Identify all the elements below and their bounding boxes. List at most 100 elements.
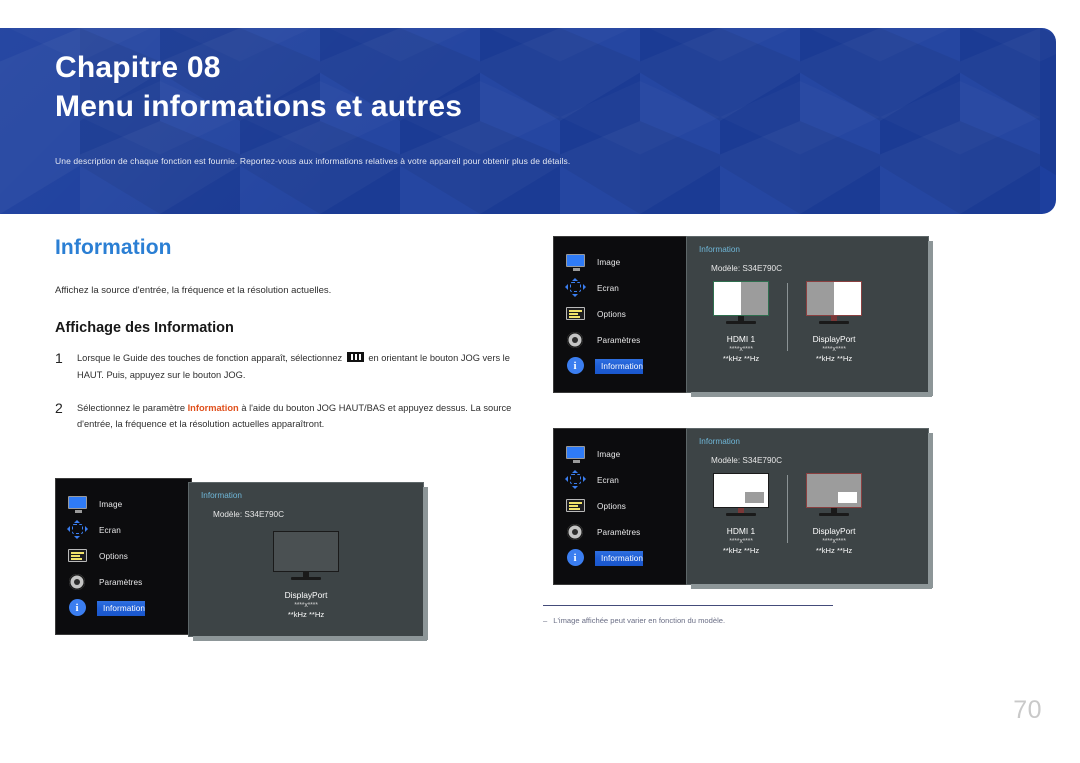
display-resolution: ****x**** [729, 345, 753, 353]
osd-menu-label: Options [597, 501, 626, 511]
monitor-graphic [806, 473, 862, 508]
display-source: DisplayPort [812, 334, 856, 344]
display-source: HDMI 1 [726, 334, 756, 344]
section-title: Information [55, 236, 172, 259]
display-source: DisplayPort [812, 526, 856, 536]
osd-display-group-pip: HDMI 1 ****x**** **kHz **Hz DisplayPort … [713, 473, 862, 557]
osd-menu-label: Image [99, 499, 123, 509]
osd-display-group-pbp: HDMI 1 ****x**** **kHz **Hz DisplayPort … [713, 281, 862, 365]
monitor-stand [806, 316, 862, 325]
osd-panel-title: Information [699, 245, 740, 254]
footnote-block: ‒ L'image affichée peut varier en foncti… [543, 605, 833, 626]
options-lines-icon [67, 547, 89, 565]
footnote-text: L'image affichée peut varier en fonction… [553, 616, 726, 625]
display-resolution: ****x**** [294, 601, 318, 609]
osd-menu-item-image[interactable]: Image [56, 491, 191, 517]
display-block: DisplayPort ****x**** **kHz **Hz [806, 473, 862, 557]
page-content: Information Affichez la source d'entrée,… [0, 214, 1080, 763]
section-subheading: Affichage des Information [55, 320, 234, 337]
options-lines-icon [565, 305, 587, 323]
osd-panel-title: Information [201, 491, 242, 500]
step-number: 2 [55, 399, 63, 416]
display-caption: DisplayPort ****x**** **kHz **Hz [813, 334, 856, 365]
osd-menu-item-parametres[interactable]: Paramètres [554, 327, 689, 353]
info-circle-icon: i [565, 357, 587, 375]
osd-menu-label: Information [595, 358, 644, 374]
chapter-title: Menu informations et autres [55, 90, 463, 124]
osd-menu-label: Paramètres [597, 335, 641, 345]
osd-menu-item-options[interactable]: Options [554, 493, 689, 519]
osd-menu-item-parametres[interactable]: Paramètres [56, 569, 191, 595]
osd-menu-label: Options [597, 309, 626, 319]
osd-menu-label: Ecran [597, 283, 619, 293]
osd-menu-label: Information [595, 550, 644, 566]
display-divider [787, 475, 788, 543]
step-number: 1 [55, 350, 63, 367]
footnote-dash: ‒ [543, 616, 548, 625]
step-text: Sélectionnez le paramètre Information à … [77, 400, 525, 433]
section-description: Affichez la source d'entrée, la fréquenc… [55, 285, 332, 296]
osd-menu-item-image[interactable]: Image [554, 441, 689, 467]
gear-icon [565, 330, 587, 350]
monitor-graphic [806, 281, 862, 316]
osd-menu-item-image[interactable]: Image [554, 249, 689, 275]
osd-menu-item-options[interactable]: Options [554, 301, 689, 327]
screen-arrows-icon [67, 520, 89, 539]
jog-menu-icon [346, 352, 364, 363]
osd-menu-item-ecran[interactable]: Ecran [554, 275, 689, 301]
osd-menu-label: Paramètres [597, 527, 641, 537]
screen-arrows-icon [565, 278, 587, 297]
osd-menu-single: Image Ecran Options Paramètres i Informa… [55, 478, 192, 635]
monitor-icon [565, 253, 587, 271]
display-caption: HDMI 1 ****x**** **kHz **Hz [723, 334, 759, 365]
left-text-column: Information Affichez la source d'entrée,… [55, 236, 525, 449]
info-circle-icon: i [565, 549, 587, 567]
osd-menu-item-options[interactable]: Options [56, 543, 191, 569]
osd-panel-model: Modèle: S34E790C [213, 510, 285, 519]
osd-menu-label: Image [597, 449, 621, 459]
display-divider [787, 283, 788, 351]
display-frequency: **kHz **Hz [287, 610, 325, 620]
osd-menu-label: Ecran [99, 525, 121, 535]
osd-menu-label: Image [597, 257, 621, 267]
display-resolution: ****x**** [729, 537, 753, 545]
osd-panel-pip: Information Modèle: S34E790C HDMI 1 ****… [686, 428, 933, 589]
step-item: 2 Sélectionnez le paramètre Information … [55, 400, 525, 433]
osd-menu-item-information[interactable]: i Information [554, 353, 689, 379]
osd-menu-item-parametres[interactable]: Paramètres [554, 519, 689, 545]
step-item: 1 Lorsque le Guide des touches de foncti… [55, 350, 525, 383]
osd-menu-item-information[interactable]: i Information [56, 595, 191, 621]
osd-panel-model: Modèle: S34E790C [711, 264, 783, 273]
display-resolution: ****x**** [822, 537, 846, 545]
monitor-graphic [713, 473, 769, 508]
osd-panel-title: Information [699, 437, 740, 446]
page-number: 70 [1013, 696, 1042, 724]
gear-icon [565, 522, 587, 542]
monitor-stand [273, 572, 339, 581]
osd-menu-item-ecran[interactable]: Ecran [554, 467, 689, 493]
screen-arrows-icon [565, 470, 587, 489]
osd-menu-pbp: Image Ecran Options Paramètres i Informa… [553, 236, 690, 393]
display-frequency: **kHz **Hz [722, 354, 760, 364]
monitor-stand [713, 508, 769, 517]
osd-display-group-single: DisplayPort ****x**** **kHz **Hz [273, 531, 339, 621]
osd-menu-label: Information [97, 600, 146, 616]
osd-panel-single: Information Modèle: S34E790C DisplayPort… [188, 482, 428, 641]
display-block: DisplayPort ****x**** **kHz **Hz [806, 281, 862, 365]
display-block: DisplayPort ****x**** **kHz **Hz [273, 531, 339, 621]
osd-screenshot-single: Image Ecran Options Paramètres i Informa… [55, 478, 430, 644]
display-frequency: **kHz **Hz [815, 546, 853, 556]
display-source: HDMI 1 [726, 526, 756, 536]
display-caption: DisplayPort ****x**** **kHz **Hz [813, 526, 856, 557]
display-block: HDMI 1 ****x**** **kHz **Hz [713, 473, 769, 557]
step-text-before: Sélectionnez le paramètre [77, 402, 188, 413]
options-lines-icon [565, 497, 587, 515]
pip-inset [838, 492, 857, 503]
osd-menu-item-ecran[interactable]: Ecran [56, 517, 191, 543]
step-text: Lorsque le Guide des touches de fonction… [77, 350, 525, 383]
osd-screenshot-pip: Image Ecran Options Paramètres i Informa… [553, 428, 933, 594]
banner-subtitle: Une description de chaque fonction est f… [55, 156, 571, 167]
info-circle-icon: i [67, 599, 89, 617]
step-keyword: Information [187, 402, 239, 413]
osd-menu-item-information[interactable]: i Information [554, 545, 689, 571]
